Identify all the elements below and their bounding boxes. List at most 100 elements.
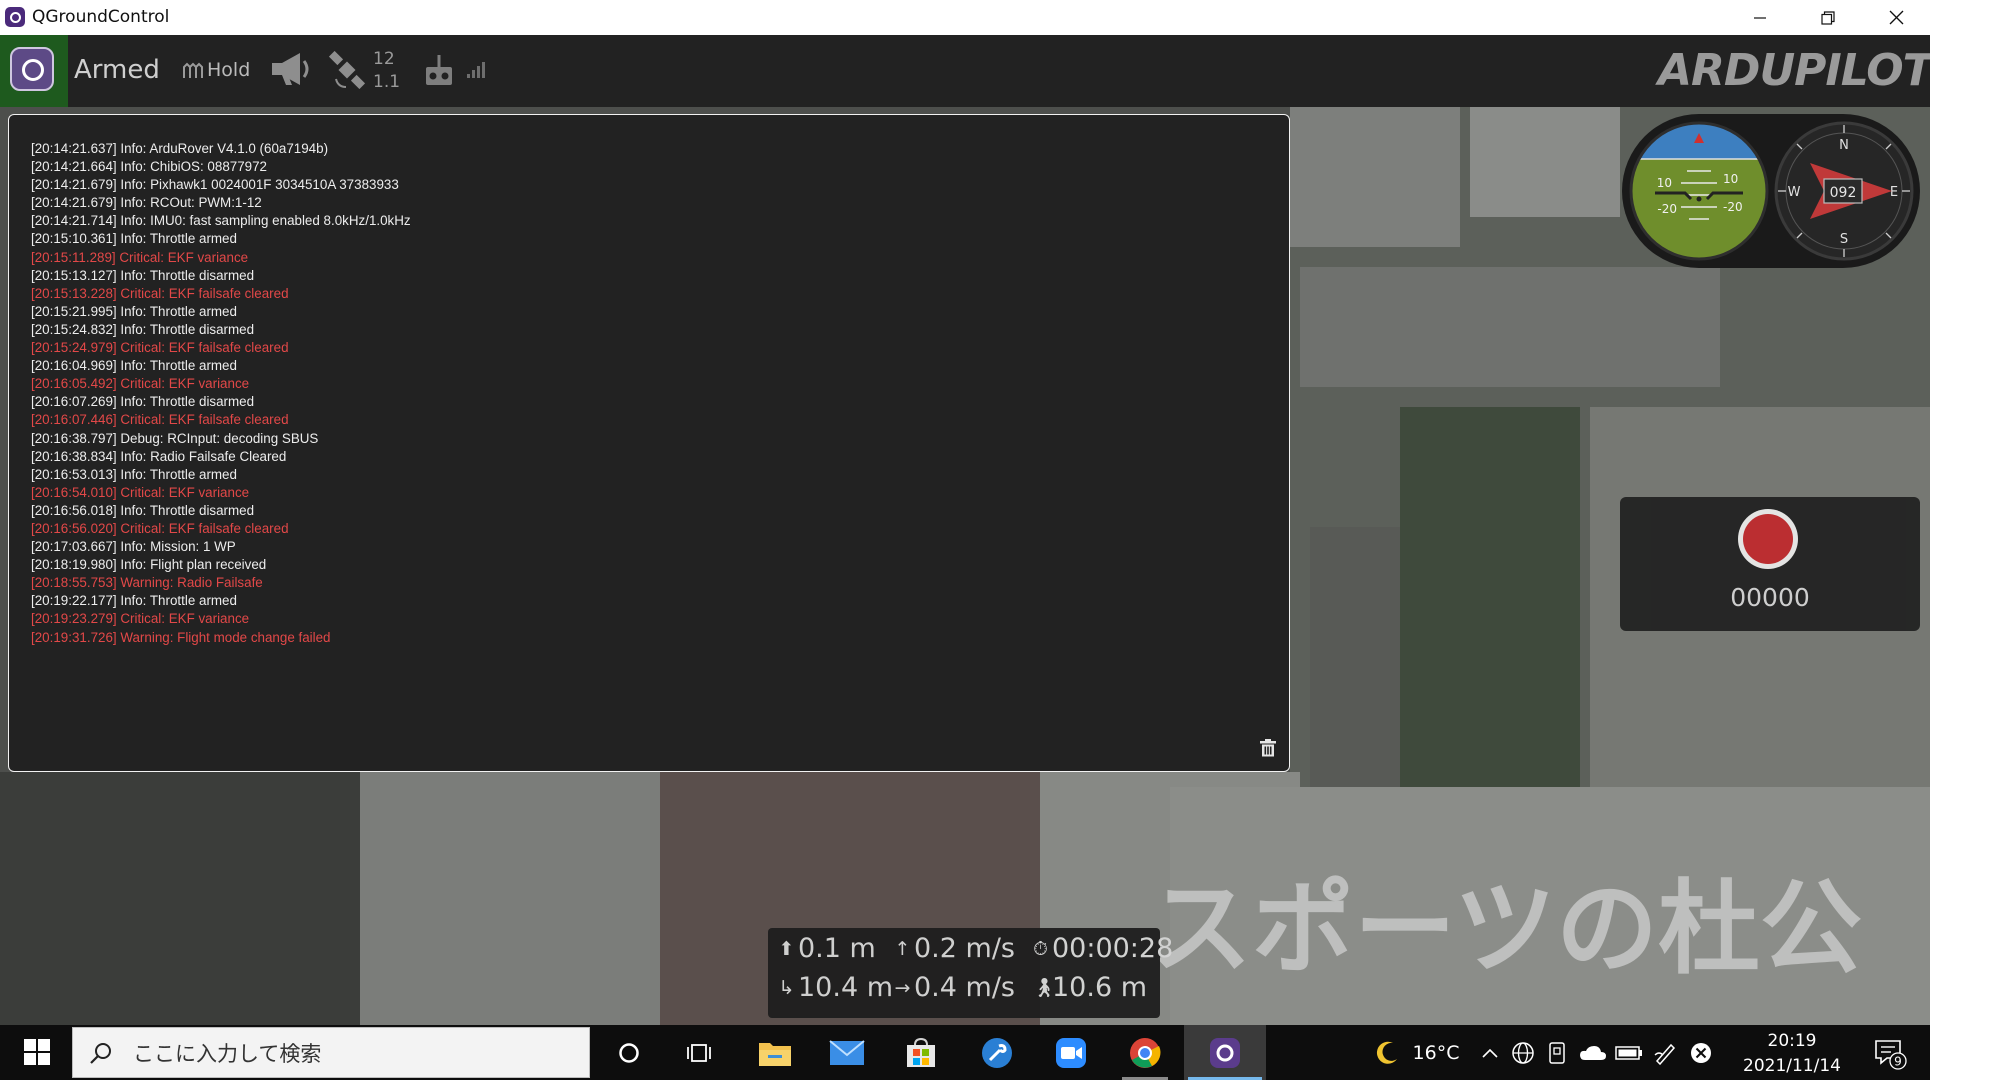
pen-workspace-icon[interactable]	[1648, 1025, 1682, 1080]
window-titlebar: QGroundControl	[0, 0, 1930, 35]
window-title: QGroundControl	[32, 7, 170, 27]
task-view-button[interactable]	[664, 1025, 734, 1080]
mail-icon	[829, 1039, 865, 1065]
compass-indicator: N E S W 092	[1774, 121, 1914, 261]
close-icon	[1889, 10, 1903, 25]
distance-home-icon: ↳	[778, 977, 795, 999]
ground-speed-icon: →	[894, 977, 911, 999]
map-place-label: スポーツの杜公	[1150, 870, 1862, 989]
maximize-button[interactable]	[1798, 0, 1858, 35]
battery-icon[interactable]	[1612, 1025, 1646, 1080]
wrench-app-icon	[982, 1037, 1012, 1068]
flight-mode[interactable]: Hold	[207, 59, 250, 81]
chrome-icon	[1130, 1037, 1161, 1068]
network-disconnected-icon[interactable]	[1684, 1025, 1718, 1080]
flight-time-text: 00:00:28	[1052, 933, 1174, 964]
qgc-menu-button[interactable]	[0, 35, 68, 107]
zoom-icon	[1056, 1037, 1086, 1068]
message-line: [20:19:22.177] Info: Throttle armed	[31, 593, 237, 609]
ground-speed-text: 0.4 m/s	[914, 972, 1015, 1003]
language-globe-icon[interactable]	[1508, 1025, 1538, 1080]
walking-icon: 🚶︎	[1032, 977, 1057, 999]
notification-icon: 9	[1875, 1039, 1907, 1070]
flight-time-value: ⏱ 00:00:28	[1032, 933, 1173, 964]
message-line: [20:15:24.832] Info: Throttle disarmed	[31, 321, 255, 337]
message-line: [20:15:13.127] Info: Throttle disarmed	[31, 267, 255, 283]
armed-status[interactable]: Armed	[74, 55, 160, 85]
distance-home-text: 10.4 m	[798, 972, 894, 1003]
microsoft-store-button[interactable]	[886, 1025, 956, 1080]
message-line: [20:19:31.726] Warning: Flight mode chan…	[31, 629, 331, 645]
qgc-logo-icon	[10, 47, 54, 91]
distance-home-value: ↳ 10.4 m	[778, 972, 893, 1003]
compass-w-label: W	[1788, 185, 1801, 200]
cortana-button[interactable]	[594, 1025, 664, 1080]
restore-icon	[1821, 10, 1835, 25]
store-icon	[907, 1037, 935, 1067]
message-line: [20:17:03.667] Info: Mission: 1 WP	[31, 539, 236, 555]
file-explorer-button[interactable]	[740, 1025, 810, 1080]
close-button[interactable]	[1866, 0, 1926, 35]
zoom-button[interactable]	[1036, 1025, 1106, 1080]
mail-button[interactable]	[812, 1025, 882, 1080]
message-list: [20:14:21.637] Info: ArduRover V4.1.0 (6…	[31, 140, 411, 647]
start-button[interactable]	[12, 1025, 62, 1080]
chevron-up-icon	[1482, 1048, 1498, 1058]
qgroundcontrol-task-button[interactable]	[1184, 1025, 1266, 1080]
show-hidden-icons-button[interactable]	[1476, 1025, 1504, 1080]
distance-travelled-text: 10.6 m	[1052, 972, 1148, 1003]
climb-rate-icon: ↑	[894, 938, 911, 960]
taskbar-clock[interactable]: 20:19 2021/11/14	[1732, 1029, 1852, 1079]
compass-heading: 092	[1830, 185, 1857, 201]
cortana-icon	[619, 1042, 639, 1063]
message-line: [20:16:07.446] Critical: EKF failsafe cl…	[31, 412, 289, 428]
mission-planner-button[interactable]	[962, 1025, 1032, 1080]
taskbar-search-box[interactable]	[72, 1027, 590, 1078]
qgc-window: QGroundControl スポーツの杜公 Armed Hold 12 1.1…	[0, 0, 1930, 1080]
gps-satellite-icon[interactable]	[328, 50, 366, 93]
action-center-button[interactable]: 9	[1862, 1025, 1918, 1080]
message-line: [20:16:38.834] Info: Radio Failsafe Clea…	[31, 448, 287, 464]
record-time: 00000	[1730, 583, 1810, 612]
clear-messages-button[interactable]	[1259, 739, 1277, 757]
minimize-button[interactable]	[1730, 0, 1790, 35]
record-button[interactable]	[1738, 509, 1798, 569]
climb-rate-text: 0.2 m/s	[914, 933, 1015, 964]
message-console: [20:14:21.637] Info: ArduRover V4.1.0 (6…	[8, 114, 1290, 772]
message-line: [20:14:21.714] Info: IMU0: fast sampling…	[31, 213, 411, 229]
video-record-widget: 00000	[1620, 497, 1920, 631]
compass-n-label: N	[1839, 138, 1849, 153]
megaphone-icon[interactable]	[268, 49, 312, 93]
message-line: [20:14:21.637] Info: ArduRover V4.1.0 (6…	[31, 141, 329, 156]
instrument-panel[interactable]: 10 10 -20 -20 N E S W 092	[1622, 114, 1920, 268]
signal-strength-icon	[466, 59, 488, 83]
search-icon	[90, 1043, 111, 1064]
message-line: [20:19:23.279] Critical: EKF variance	[31, 611, 250, 627]
weather-temperature[interactable]: 16°C	[1406, 1025, 1466, 1080]
chrome-button[interactable]	[1110, 1025, 1180, 1080]
message-line: [20:16:38.797] Debug: RCInput: decoding …	[31, 430, 319, 446]
message-line: [20:14:21.679] Info: Pixhawk1 0024001F 3…	[31, 177, 399, 193]
altitude-value: ⬆ 0.1 m	[778, 933, 876, 964]
telemetry-values-panel[interactable]: ⬆ 0.1 m ↑ 0.2 m/s ⏱ 00:00:28 ↳ 10.4 m → 0.4 m…	[768, 928, 1173, 1018]
message-line: [20:16:56.018] Info: Throttle disarmed	[31, 502, 255, 518]
device-icon[interactable]	[1542, 1025, 1572, 1080]
distance-travelled-value: 🚶︎10.6 m	[1032, 972, 1147, 1003]
windows-logo-icon	[24, 1039, 50, 1065]
message-line: [20:15:24.979] Critical: EKF failsafe cl…	[31, 340, 289, 356]
message-line: [20:18:19.980] Info: Flight plan receive…	[31, 557, 267, 573]
message-line: [20:16:54.010] Critical: EKF variance	[31, 484, 250, 500]
message-line: [20:15:21.995] Info: Throttle armed	[31, 303, 237, 319]
altitude-icon: ⬆	[778, 938, 795, 960]
trash-icon	[1260, 739, 1276, 757]
weather-moon-icon[interactable]	[1370, 1025, 1404, 1080]
qgc-app-icon	[5, 7, 25, 27]
pitch-label-left-20: -20	[1657, 202, 1677, 216]
clock-time: 20:19	[1767, 1031, 1817, 1051]
message-line: [20:18:55.753] Warning: Radio Failsafe	[31, 575, 263, 591]
taskbar-search-input[interactable]	[131, 1038, 555, 1070]
qgc-toolbar: Armed Hold 12 1.1 ARDUPILOT	[0, 35, 1930, 107]
rc-transmitter-icon[interactable]	[424, 53, 454, 91]
timer-icon: ⏱	[1033, 938, 1048, 960]
onedrive-cloud-icon[interactable]	[1576, 1025, 1610, 1080]
